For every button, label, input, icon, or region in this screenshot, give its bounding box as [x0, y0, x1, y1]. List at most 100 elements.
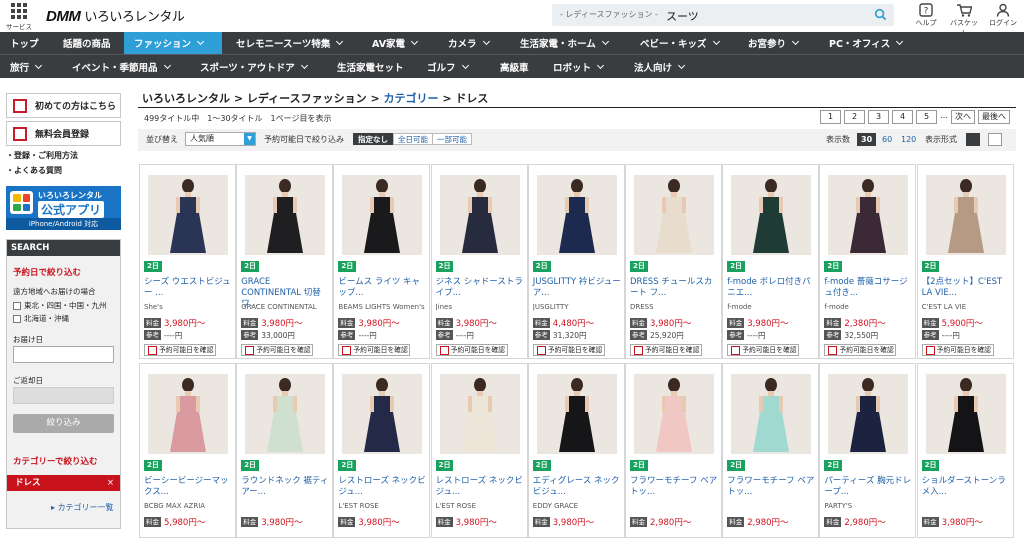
search-category[interactable]: - レディースファッション -	[560, 9, 658, 20]
product-card[interactable]: 2日 f-mode 薔薇コサージュ付き... f-mode 料金 2,380円〜 …	[819, 164, 917, 359]
product-name[interactable]: ビームス ライツ キャップ...	[338, 277, 428, 299]
product-card[interactable]: 2日 【2点セット】C'EST LA VIE... C'EST LA VIE 料…	[916, 164, 1014, 359]
per-page-120[interactable]: 120	[897, 133, 920, 146]
next-page-button[interactable]: 次へ	[951, 110, 975, 124]
nav-camera[interactable]: カメラ	[448, 32, 490, 54]
return-date-input[interactable]	[13, 387, 114, 404]
breadcrumb-ladies[interactable]: レディースファッション	[247, 92, 367, 105]
search-input[interactable]: スーツ	[666, 8, 699, 24]
nav-trending[interactable]: 話題の商品	[63, 32, 111, 54]
category-list-link[interactable]: ▸ カテゴリー一覧	[51, 502, 114, 513]
product-card[interactable]: 2日 ジネス シャドーストライプ... Jines 料金 3,980円〜 参考 --…	[430, 164, 528, 359]
product-image[interactable]	[536, 374, 617, 454]
product-image[interactable]	[245, 175, 326, 255]
nav-av[interactable]: AV家電	[372, 32, 419, 54]
product-image[interactable]	[536, 175, 617, 255]
product-name[interactable]: 【2点セット】C'EST LA VIE...	[922, 277, 1012, 299]
nav-fashion[interactable]: ファッション	[124, 32, 222, 54]
check-availability-button[interactable]: 予約可能日を確認	[824, 344, 897, 356]
product-name[interactable]: f-mode 薔薇コサージュ付き...	[824, 277, 914, 299]
product-image[interactable]	[925, 374, 1006, 454]
product-image[interactable]	[439, 175, 520, 255]
last-page-button[interactable]: 最後へ	[978, 110, 1010, 124]
nav-ceremony-suits[interactable]: セレモニースーツ特集	[236, 32, 344, 54]
product-image[interactable]	[148, 374, 228, 454]
nav-luxury-car[interactable]: 高級車	[500, 55, 529, 78]
product-card[interactable]: 2日 レストローズ ネックビジュ... L'EST ROSE 料金 3,980円〜	[333, 363, 431, 538]
product-card[interactable]: 2日 エディグレース ネックビジュ... EDDY GRACE 料金 3,980円…	[527, 363, 625, 538]
nav-robot[interactable]: ロボット	[553, 55, 605, 78]
check-availability-button[interactable]: 予約可能日を確認	[241, 344, 314, 356]
check-availability-button[interactable]: 予約可能日を確認	[921, 344, 994, 356]
product-card[interactable]: 2日 フラワーモチーフ ベアトッ... 料金 2,980円〜	[722, 363, 820, 538]
grid-view-icon[interactable]	[966, 133, 980, 146]
product-name[interactable]: f-mode ボレロ付きパニエ...	[727, 277, 817, 299]
check-availability-button[interactable]: 予約可能日を確認	[435, 344, 508, 356]
product-image[interactable]	[245, 374, 326, 454]
product-image[interactable]	[439, 374, 520, 454]
selected-category-chip[interactable]: ドレス ×	[7, 475, 120, 491]
product-name[interactable]: ジネス シャドーストライプ...	[436, 277, 526, 299]
product-card[interactable]: 2日 パーティーズ 胸元ドレープ... PARTY'S 料金 2,980円〜	[819, 363, 917, 538]
product-card[interactable]: 2日 シーズ ウエストビジュー ... She's 料金 3,980円〜 参考 --…	[139, 164, 236, 359]
page-4[interactable]: 4	[892, 110, 913, 124]
checkbox[interactable]	[13, 314, 21, 323]
check-availability-button[interactable]: 予約可能日を確認	[727, 344, 800, 356]
product-name[interactable]: ラウンドネック 裾ティアー...	[241, 476, 331, 498]
nav-omiyamairi[interactable]: お宮参り	[748, 32, 800, 54]
product-image[interactable]	[828, 175, 909, 255]
nav-travel[interactable]: 旅行	[10, 55, 43, 78]
product-name[interactable]: ショルダーストーンラメ入...	[922, 476, 1012, 498]
search-icon[interactable]	[874, 8, 887, 21]
product-name[interactable]: レストローズ ネックビジュ...	[436, 476, 526, 498]
page-2[interactable]: 2	[844, 110, 865, 124]
product-card[interactable]: 2日 DRESS チュールスカート フ... DRESS 料金 3,980円〜 参…	[625, 164, 722, 359]
site-logo[interactable]: DMM いろいろレンタル	[46, 6, 185, 25]
check-availability-button[interactable]: 予約可能日を確認	[144, 344, 216, 356]
product-name[interactable]: フラワーモチーフ ベアトッ...	[630, 476, 720, 498]
product-card[interactable]: 2日 JUSGLITTY 衿ビジュー ア... JUSGLITTY 料金 4,48…	[527, 164, 625, 359]
avail-any[interactable]: 指定なし	[353, 133, 393, 145]
close-icon[interactable]: ×	[107, 475, 114, 491]
product-image[interactable]	[731, 374, 812, 454]
product-card[interactable]: 2日 レストローズ ネックビジュ... L'EST ROSE 料金 3,980円〜	[430, 363, 528, 538]
product-name[interactable]: レストローズ ネックビジュ...	[338, 476, 428, 498]
product-card[interactable]: 2日 ショルダーストーンラメ入... 料金 3,980円〜	[916, 363, 1014, 538]
check-availability-button[interactable]: 予約可能日を確認	[532, 344, 605, 356]
product-image[interactable]	[731, 175, 812, 255]
page-5[interactable]: 5	[916, 110, 937, 124]
nav-appliance-set[interactable]: 生活家電セット	[337, 55, 404, 78]
services-menu[interactable]: サービス	[6, 3, 32, 31]
product-card[interactable]: 2日 ラウンドネック 裾ティアー... 料金 3,980円〜	[236, 363, 334, 538]
product-image[interactable]	[342, 374, 423, 454]
page-3[interactable]: 3	[868, 110, 889, 124]
check-availability-button[interactable]: 予約可能日を確認	[338, 344, 411, 356]
product-name[interactable]: エディグレース ネックビジュ...	[533, 476, 623, 498]
nav-events[interactable]: イベント・季節用品	[72, 55, 171, 78]
breadcrumb-home[interactable]: いろいろレンタル	[142, 92, 230, 105]
sort-select[interactable]: 人気順 ▼	[185, 132, 256, 146]
remote-area-option[interactable]: 東北・四国・中国・九州	[13, 300, 107, 311]
product-image[interactable]	[634, 374, 714, 454]
avail-partial[interactable]: 一部可能	[432, 133, 472, 145]
filter-button[interactable]: 絞り込み	[13, 414, 114, 433]
product-name[interactable]: パーティーズ 胸元ドレープ...	[824, 476, 914, 498]
product-name[interactable]: DRESS チュールスカート フ...	[630, 277, 720, 299]
remote-area-option[interactable]: 北海道・沖縄	[13, 313, 69, 324]
product-name[interactable]: シーズ ウエストビジュー ...	[144, 277, 234, 299]
product-name[interactable]: フラワーモチーフ ベアトッ...	[727, 476, 817, 498]
product-name[interactable]: ビーシービージーマックス...	[144, 476, 234, 498]
help-link[interactable]: ? ヘルプ	[909, 2, 943, 28]
product-image[interactable]	[342, 175, 423, 255]
login-link[interactable]: ログイン	[986, 2, 1020, 28]
checkbox[interactable]	[13, 301, 21, 310]
product-card[interactable]: 2日 フラワーモチーフ ベアトッ... 料金 2,980円〜	[625, 363, 722, 538]
nav-corporate[interactable]: 法人向け	[634, 55, 686, 78]
product-card[interactable]: 2日 f-mode ボレロ付きパニエ... f-mode 料金 3,980円〜 参…	[722, 164, 820, 359]
nav-top[interactable]: トップ	[0, 32, 55, 54]
nav-baby-kids[interactable]: ベビー・キッズ	[640, 32, 720, 54]
product-card[interactable]: 2日 GRACE CONTINENTAL 切替ワ... GRACE CONTIN…	[236, 164, 334, 359]
nav-golf[interactable]: ゴルフ	[427, 55, 469, 78]
nav-sports[interactable]: スポーツ・アウトドア	[200, 55, 308, 78]
per-page-60[interactable]: 60	[878, 133, 896, 146]
